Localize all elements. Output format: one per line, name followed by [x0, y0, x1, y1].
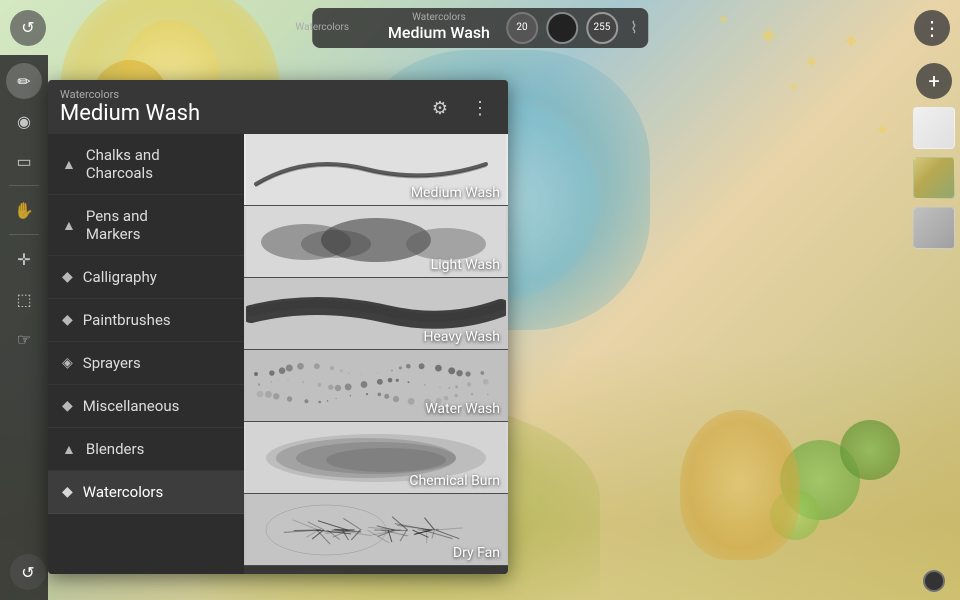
panel-overflow-button[interactable]: ⋮	[464, 92, 496, 124]
category-item-watercolors[interactable]: ◆ Watercolors	[48, 471, 244, 514]
brush-item-heavy-wash[interactable]: Heavy Wash	[244, 278, 508, 350]
panel-category-label: Watercolors	[60, 88, 200, 101]
toolbar-separator-1	[9, 185, 39, 186]
undo-button[interactable]: ↺	[10, 10, 46, 46]
layer-thumbnail-3[interactable]	[913, 207, 955, 249]
brush-panel: Watercolors Medium Wash ⚙ ⋮ ▲ Chalks and …	[48, 80, 508, 574]
eyedropper-tool-btn[interactable]: ◉	[6, 103, 42, 139]
smudge-tool-btn[interactable]: ✋	[6, 192, 42, 228]
brush-item-water-wash[interactable]: Water Wash	[244, 350, 508, 422]
brush-item-light-wash[interactable]: Light Wash	[244, 206, 508, 278]
transform-tool-btn[interactable]: ✛	[6, 241, 42, 277]
category-icon-chalks: ▲	[62, 156, 76, 173]
brush-list: Medium Wash Light Wash Heavy Wash Water …	[244, 134, 508, 574]
brush-tool-btn[interactable]: ✏	[6, 63, 42, 99]
panel-settings-button[interactable]: ⚙	[424, 92, 456, 124]
panel-header: Watercolors Medium Wash ⚙ ⋮	[48, 80, 508, 134]
brush-name-medium-wash: Medium Wash	[403, 181, 508, 205]
left-toolbar: ✏ ◉ ▭ ✋ ✛ ⬚ ☞	[0, 55, 48, 600]
category-name-watercolors: Watercolors	[83, 483, 163, 501]
color-picker-dot[interactable]	[923, 570, 945, 592]
stabilizer-icon[interactable]: ⌇	[630, 18, 638, 37]
brush-name-water-wash: Water Wash	[417, 397, 508, 421]
undo-bottom-button[interactable]: ↺	[10, 554, 46, 590]
category-item-miscellaneous[interactable]: ◆ Miscellaneous	[48, 385, 244, 428]
brush-name-light-wash: Light Wash	[423, 253, 508, 277]
size-small-btn[interactable]: 20	[506, 12, 538, 44]
category-name-miscellaneous: Miscellaneous	[83, 397, 180, 415]
layer-thumbnail-1[interactable]	[913, 107, 955, 149]
category-icon-blenders: ▲	[62, 441, 76, 458]
panel-title: Medium Wash	[60, 101, 200, 126]
panel-header-info: Watercolors Medium Wash	[60, 88, 200, 126]
eraser-tool-btn[interactable]: ▭	[6, 143, 42, 179]
toolbar-separator-2	[9, 234, 39, 235]
add-layer-button[interactable]: +	[916, 63, 952, 99]
brush-category-small: Watercolors	[412, 13, 466, 23]
category-icon-sprayers: ◈	[62, 355, 73, 371]
category-item-paintbrushes[interactable]: ◆ Paintbrushes	[48, 299, 244, 342]
category-icon-miscellaneous: ◆	[62, 398, 73, 414]
brush-category-label: Watercolors	[295, 22, 349, 33]
category-name-sprayers: Sprayers	[83, 354, 141, 372]
brush-name-chemical-burn: Chemical Burn	[401, 469, 508, 493]
brush-name-dry-fan: Dry Fan	[445, 541, 508, 565]
move-tool-btn[interactable]: ☞	[6, 321, 42, 357]
brush-name-display[interactable]: Medium Wash	[388, 23, 490, 42]
panel-header-actions: ⚙ ⋮	[424, 88, 496, 124]
category-item-calligraphy[interactable]: ◆ Calligraphy	[48, 256, 244, 299]
selection-tool-btn[interactable]: ⬚	[6, 281, 42, 317]
top-toolbar: ↺ Watercolors Watercolors Medium Wash 20…	[0, 0, 960, 55]
category-name-calligraphy: Calligraphy	[83, 268, 157, 286]
category-icon-pens: ▲	[62, 217, 76, 234]
category-icon-paintbrushes: ◆	[62, 312, 73, 328]
brush-item-medium-wash[interactable]: Medium Wash	[244, 134, 508, 206]
brush-preview-circle	[546, 12, 578, 44]
category-item-sprayers[interactable]: ◈ Sprayers	[48, 342, 244, 385]
category-item-blenders[interactable]: ▲ Blenders	[48, 428, 244, 471]
category-name-paintbrushes: Paintbrushes	[83, 311, 171, 329]
overflow-menu-button[interactable]: ⋮	[914, 10, 950, 46]
category-name-chalks: Chalks and Charcoals	[86, 146, 160, 182]
brush-item-chemical-burn[interactable]: Chemical Burn	[244, 422, 508, 494]
category-name-pens: Pens and Markers	[86, 207, 148, 243]
brush-item-dry-fan[interactable]: Dry Fan	[244, 494, 508, 566]
category-item-pens[interactable]: ▲ Pens and Markers	[48, 195, 244, 256]
category-icon-watercolors: ◆	[62, 484, 73, 500]
brush-controls: Watercolors Watercolors Medium Wash 20 2…	[312, 8, 648, 48]
category-icon-calligraphy: ◆	[62, 269, 73, 285]
category-list: ▲ Chalks and Charcoals ▲ Pens and Markers ◆ C…	[48, 134, 244, 574]
size-large-btn[interactable]: 255	[586, 12, 618, 44]
panel-body: ▲ Chalks and Charcoals ▲ Pens and Markers ◆ C…	[48, 134, 508, 574]
layer-thumbnail-2[interactable]	[913, 157, 955, 199]
brush-name-heavy-wash: Heavy Wash	[415, 325, 508, 349]
category-item-chalks[interactable]: ▲ Chalks and Charcoals	[48, 134, 244, 195]
right-panel: +	[908, 55, 960, 600]
category-name-blenders: Blenders	[86, 440, 144, 458]
